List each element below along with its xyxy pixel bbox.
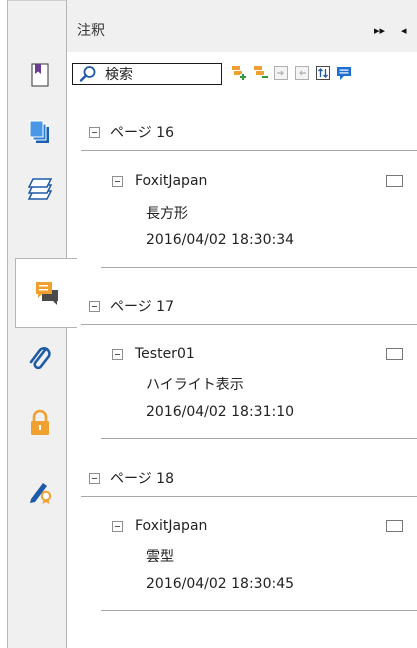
side-rail [9,1,77,648]
collapse-toggle[interactable] [112,520,123,532]
page-label: ページ 18 [110,471,174,487]
rail-signatures[interactable] [13,463,67,519]
rail-comments[interactable] [15,258,77,328]
expand-all-icon[interactable] [231,65,247,81]
annotation-type: ハイライト表示 [146,377,244,393]
collapse-toggle[interactable] [89,126,100,138]
annotation-divider [101,267,417,268]
group-divider [81,324,417,325]
collapse-toggle[interactable] [112,348,123,360]
group-divider [81,150,417,151]
filter-comment-icon[interactable] [336,65,352,81]
annotation-checkbox[interactable] [386,520,403,532]
comments-panel: 注釈 ▸▸ ◂ 検索 ページ 16 FoxitJapan 長方形 2016/04… [66,0,417,648]
search-label: 検索 [105,67,133,83]
annotation-header[interactable]: FoxitJapan [112,516,207,536]
sort-icon[interactable] [315,65,331,81]
annotation-checkbox[interactable] [386,348,403,360]
layers-pages-icon [29,120,49,143]
expand-panel-button[interactable]: ▸▸ [374,24,385,37]
collapse-toggle[interactable] [112,175,123,187]
annotation-type: 雲型 [146,549,174,565]
comments-icon [35,282,58,305]
annotation-divider [101,610,417,611]
collapse-toggle[interactable] [89,472,100,484]
page-group-header[interactable]: ページ 18 [89,468,174,488]
page-group-header[interactable]: ページ 17 [89,296,174,316]
rail-attachments[interactable] [13,331,67,387]
signature-icon [30,483,52,504]
panel-title: 注釈 [77,23,105,39]
annotation-header[interactable]: FoxitJapan [112,171,207,191]
annotation-header[interactable]: Tester01 [112,344,195,364]
collapse-toggle[interactable] [89,300,100,312]
rail-pages[interactable] [13,105,67,161]
page-label: ページ 17 [110,299,174,315]
annotation-type: 長方形 [146,206,188,222]
rail-layers[interactable] [13,161,67,217]
page-label: ページ 16 [110,125,174,141]
page-group-header[interactable]: ページ 16 [89,122,174,142]
search-button[interactable]: 検索 [72,63,222,85]
layers-icon [27,178,53,200]
annotation-author: Tester01 [135,346,195,362]
search-icon [79,66,96,82]
attachment-icon [29,347,51,370]
rail-page-thumbnails[interactable] [13,47,67,103]
annotation-author: FoxitJapan [135,518,208,534]
collapse-icon[interactable] [294,65,310,81]
comments-list: 検索 ページ 16 FoxitJapan 長方形 2016/04/02 18:3… [67,52,417,648]
window-frame-left [0,0,8,648]
annotation-date: 2016/04/02 18:31:10 [146,404,295,420]
expand-icon[interactable] [273,65,289,81]
annotation-date: 2016/04/02 18:30:34 [146,232,295,248]
collapse-all-icon[interactable] [253,65,269,81]
lock-icon [31,409,49,435]
annotation-checkbox[interactable] [386,175,403,187]
annotation-divider [101,438,417,439]
page-thumbnails-icon [31,63,49,87]
rail-security[interactable] [13,395,67,451]
collapse-panel-button[interactable]: ◂ [401,24,407,37]
annotation-date: 2016/04/02 18:30:45 [146,576,295,592]
group-divider [81,496,417,497]
annotation-author: FoxitJapan [135,173,208,189]
